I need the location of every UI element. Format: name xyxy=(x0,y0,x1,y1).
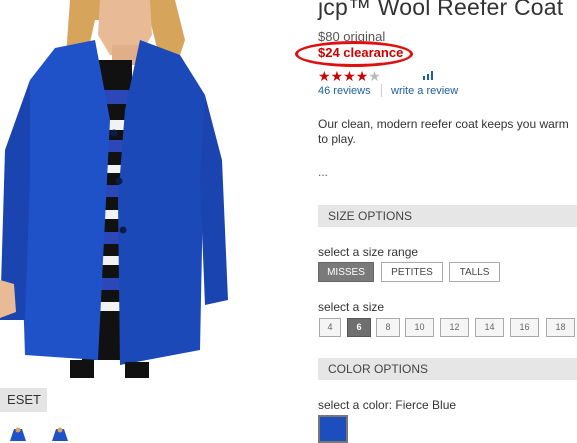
product-title: jcp™ Wool Reefer Coat xyxy=(318,0,564,20)
size-options-header: SIZE OPTIONS xyxy=(318,205,577,227)
size-16-button[interactable]: 16 xyxy=(510,318,539,337)
size-range-talls-button[interactable]: TALLS xyxy=(449,262,500,282)
size-12-button[interactable]: 12 xyxy=(440,318,469,337)
size-label: select a size xyxy=(318,300,385,314)
color-options-header: COLOR OPTIONS xyxy=(318,358,577,380)
size-8-button[interactable]: 8 xyxy=(376,318,400,337)
annotation-circle xyxy=(295,41,413,67)
star-icon: ★ xyxy=(343,68,356,84)
star-icon: ★ xyxy=(355,68,369,84)
size-range-petites-button[interactable]: PETITES xyxy=(381,262,443,282)
description-more[interactable]: ... xyxy=(318,165,328,179)
size-6-button[interactable]: 6 xyxy=(347,318,371,337)
product-description: Our clean, modern reefer coat keeps you … xyxy=(318,117,569,146)
size-18-button[interactable]: 18 xyxy=(546,318,575,337)
color-label: select a color: Fierce Blue xyxy=(318,398,457,412)
size-4-button[interactable]: 4 xyxy=(319,318,341,337)
reviews-link[interactable]: 46 reviews xyxy=(318,85,371,97)
rating-stars: ★★★★★ xyxy=(318,68,381,85)
write-review-link[interactable]: write a review xyxy=(391,85,458,97)
star-icon: ★ xyxy=(318,68,331,84)
color-swatch-fierce-blue[interactable] xyxy=(318,415,348,443)
product-image[interactable] xyxy=(0,0,300,378)
size-range-label: select a size range xyxy=(318,245,419,259)
size-14-button[interactable]: 14 xyxy=(475,318,504,337)
coat-thumbnail-1[interactable] xyxy=(8,427,30,441)
divider xyxy=(381,84,382,97)
size-range-misses-button[interactable]: MISSES xyxy=(318,262,374,282)
size-10-button[interactable]: 10 xyxy=(405,318,434,337)
rating-histogram-icon[interactable] xyxy=(423,71,433,80)
coat-illustration xyxy=(0,0,228,378)
star-icon: ★ xyxy=(368,68,381,84)
reset-zoom-button[interactable]: ESET xyxy=(0,388,47,412)
coat-thumbnail-2[interactable] xyxy=(50,427,72,441)
star-icon: ★ xyxy=(330,68,344,84)
